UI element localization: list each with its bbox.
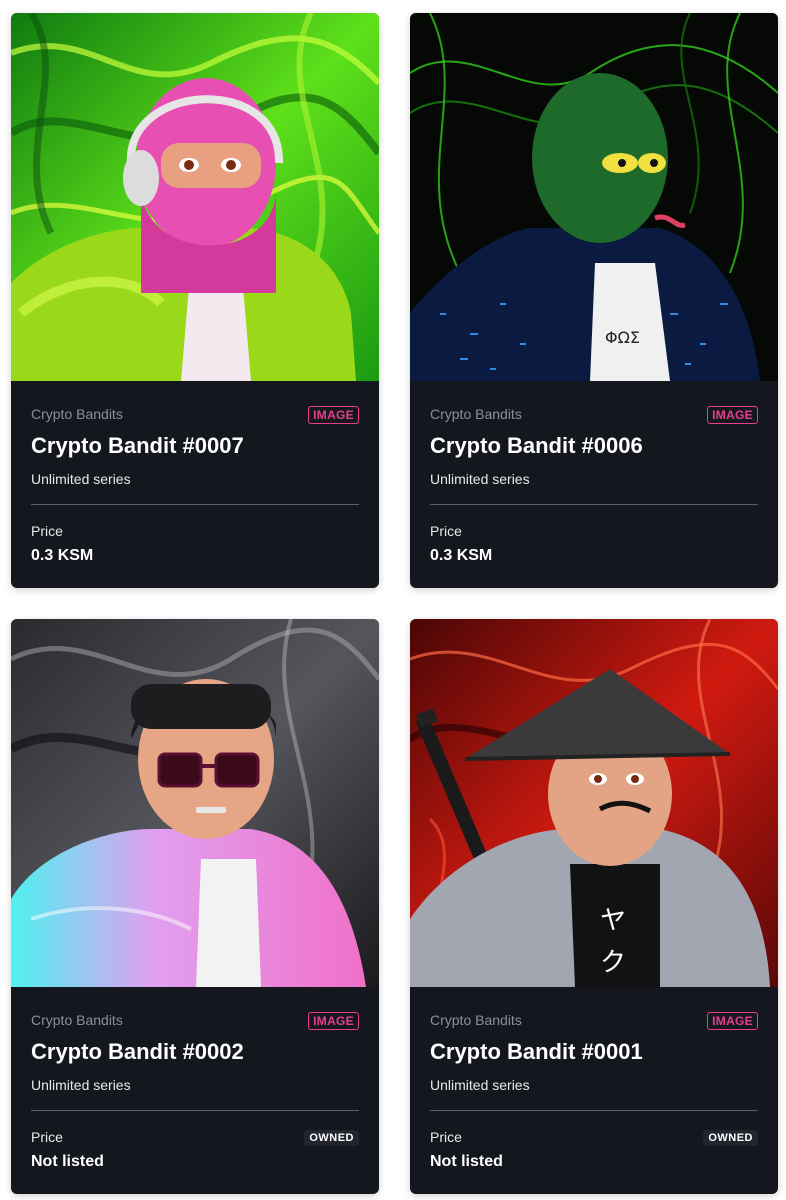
green-reptile-bandit-image: ΦΩΣ [410, 13, 778, 381]
nft-artwork-image[interactable] [11, 619, 379, 987]
media-type-badge: IMAGE [308, 406, 359, 424]
media-type-badge: IMAGE [707, 1012, 758, 1030]
divider [31, 1110, 359, 1111]
media-type-badge: IMAGE [308, 1012, 359, 1030]
series-label: Unlimited series [430, 471, 530, 487]
collection-name[interactable]: Crypto Bandits [31, 406, 123, 422]
nft-artwork-image[interactable]: ヤ ク [410, 619, 778, 987]
svg-text:ΦΩΣ: ΦΩΣ [605, 328, 640, 347]
sunglasses-puffer-bandit-image [11, 619, 379, 987]
nft-card[interactable]: Crypto Bandits IMAGE Crypto Bandit #0007… [11, 13, 379, 588]
svg-text:ヤ: ヤ [600, 906, 626, 936]
collection-name[interactable]: Crypto Bandits [31, 1012, 123, 1028]
price-value: 0.3 KSM [31, 547, 94, 564]
price-label: Price [430, 1129, 462, 1145]
nft-card[interactable]: Crypto Bandits IMAGE Crypto Bandit #0002… [11, 619, 379, 1194]
divider [430, 504, 758, 505]
owned-badge: OWNED [703, 1130, 758, 1146]
divider [31, 504, 359, 505]
divider [430, 1110, 758, 1111]
series-label: Unlimited series [31, 471, 131, 487]
series-label: Unlimited series [31, 1077, 131, 1093]
nft-title[interactable]: Crypto Bandit #0006 [430, 433, 643, 459]
nft-artwork-image[interactable]: ΦΩΣ [410, 13, 778, 381]
nft-artwork-image[interactable] [11, 13, 379, 381]
price-value: Not listed [31, 1153, 104, 1170]
nft-title[interactable]: Crypto Bandit #0001 [430, 1039, 643, 1065]
pink-balaclava-bandit-image [11, 13, 379, 381]
owned-badge: OWNED [304, 1130, 359, 1146]
price-label: Price [31, 1129, 63, 1145]
nft-card-info: Crypto Bandits IMAGE Crypto Bandit #0002… [11, 987, 379, 1194]
nft-card[interactable]: ΦΩΣ Crypto Bandits IMAGE Crypto Bandit #… [410, 13, 778, 588]
svg-text:ク: ク [600, 948, 626, 978]
samurai-hat-bandit-image: ヤ ク [410, 619, 778, 987]
price-label: Price [31, 523, 63, 539]
nft-card[interactable]: ヤ ク Crypto Bandits IMAGE Crypto Bandit #… [410, 619, 778, 1194]
nft-card-info: Crypto Bandits IMAGE Crypto Bandit #0007… [11, 381, 379, 588]
nft-title[interactable]: Crypto Bandit #0002 [31, 1039, 244, 1065]
nft-card-info: Crypto Bandits IMAGE Crypto Bandit #0006… [410, 381, 778, 588]
collection-name[interactable]: Crypto Bandits [430, 406, 522, 422]
nft-card-info: Crypto Bandits IMAGE Crypto Bandit #0001… [410, 987, 778, 1194]
price-label: Price [430, 523, 462, 539]
price-value: 0.3 KSM [430, 547, 493, 564]
media-type-badge: IMAGE [707, 406, 758, 424]
series-label: Unlimited series [430, 1077, 530, 1093]
collection-name[interactable]: Crypto Bandits [430, 1012, 522, 1028]
nft-title[interactable]: Crypto Bandit #0007 [31, 433, 244, 459]
price-value: Not listed [430, 1153, 503, 1170]
